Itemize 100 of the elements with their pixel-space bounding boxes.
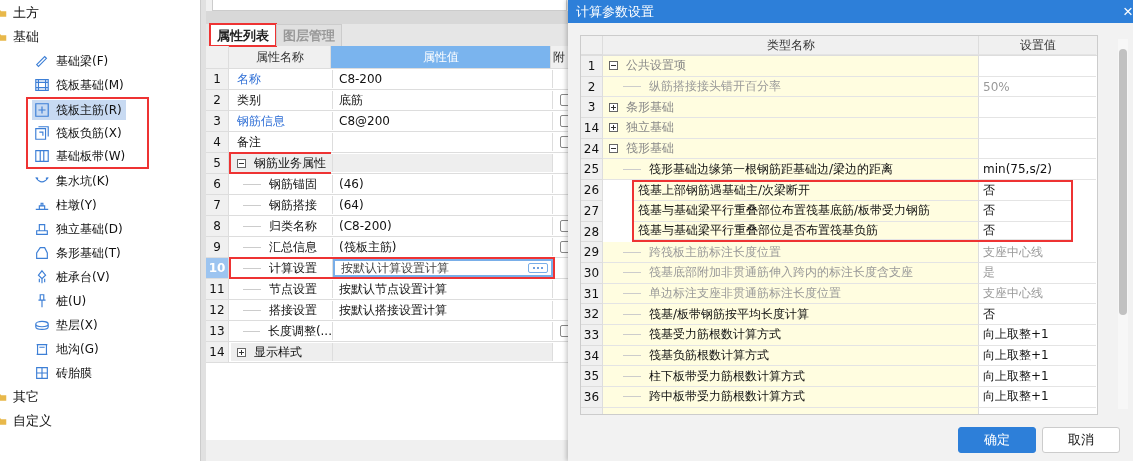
component-icon xyxy=(34,77,50,93)
panel-tab[interactable]: 属性列表 xyxy=(210,24,276,46)
tree-item[interactable]: 独立基础(D) xyxy=(32,219,127,239)
setting-name: 纵筋搭接接头错开百分率 xyxy=(649,78,781,96)
row-number: 34 xyxy=(581,345,603,367)
tree-item[interactable]: 地沟(G) xyxy=(32,339,103,359)
row-number: 3 xyxy=(206,111,229,131)
expand-toggle[interactable] xyxy=(609,102,618,112)
tree-item[interactable]: 基础梁(F) xyxy=(32,51,113,71)
tree-item[interactable]: 筏板主筋(R) xyxy=(32,100,126,120)
row-number: 27 xyxy=(581,200,603,222)
tree-folder[interactable]: 土方 xyxy=(13,4,39,22)
row-number: 12 xyxy=(206,300,229,320)
property-name: 计算设置 xyxy=(269,259,317,277)
group-name: 筏形基础 xyxy=(626,140,674,158)
expand-toggle[interactable] xyxy=(237,347,246,357)
tree-item[interactable]: 筏板基础(M) xyxy=(32,75,128,95)
row-number: 24 xyxy=(581,138,603,160)
property-value: (64) xyxy=(339,198,364,212)
component-icon xyxy=(34,221,50,237)
expand-toggle[interactable] xyxy=(609,123,618,133)
tree-item[interactable]: 桩承台(V) xyxy=(32,267,114,287)
tree-item[interactable]: 条形基础(T) xyxy=(32,243,125,263)
property-name: 归类名称 xyxy=(269,217,317,235)
tree-item[interactable]: 垫层(X) xyxy=(32,315,102,335)
property-value: (46) xyxy=(339,177,364,191)
tree-item[interactable]: 桩(U) xyxy=(32,291,91,311)
row-number: 26 xyxy=(581,180,603,201)
row-number: 3 xyxy=(581,97,603,119)
component-icon xyxy=(34,341,50,357)
row-number: 6 xyxy=(206,174,229,194)
row-number: 2 xyxy=(581,76,603,98)
row-number: 29 xyxy=(581,242,603,263)
property-name: 名称 xyxy=(237,70,261,88)
tree-item[interactable]: 集水坑(K) xyxy=(32,171,114,191)
row-number: 30 xyxy=(581,262,603,284)
close-button[interactable]: × xyxy=(1119,1,1133,22)
property-name: 钢筋搭接 xyxy=(269,196,317,214)
confirm-button[interactable]: 确定 xyxy=(958,427,1036,453)
property-name: 长度调整(... xyxy=(267,322,332,340)
setting-value[interactable]: 向上取整+1 xyxy=(983,346,1049,364)
row-number: 35 xyxy=(581,366,603,387)
property-value: C8-200 xyxy=(339,72,383,86)
scrollbar[interactable] xyxy=(1118,39,1128,409)
setting-name: 筏形基础边缘第一根钢筋距基础边/梁边的距离 xyxy=(649,160,894,178)
property-name: 节点设置 xyxy=(269,280,317,298)
setting-value[interactable]: 向上取整+1 xyxy=(983,326,1049,344)
setting-name: 筏基/板带钢筋按平均长度计算 xyxy=(649,305,810,323)
row-number: 31 xyxy=(581,283,603,305)
row-number: 4 xyxy=(206,132,229,152)
tree-folder[interactable]: 自定义 xyxy=(13,412,52,430)
row-number: 14 xyxy=(206,342,229,362)
setting-name: 筏基上部钢筋遇基础主/次梁断开 xyxy=(638,182,811,200)
tree-item[interactable]: 柱墩(Y) xyxy=(32,195,101,215)
row-number: 1 xyxy=(581,56,603,77)
setting-name: 筏基与基础梁平行重叠部位是否布置筏基负筋 xyxy=(638,221,878,239)
setting-name: 筏基负筋根数计算方式 xyxy=(649,346,769,364)
setting-name: 跨筏板主筋标注长度位置 xyxy=(649,243,781,261)
property-name: 搭接设置 xyxy=(269,301,317,319)
column-header: 附 xyxy=(552,49,566,66)
setting-value[interactable]: 否 xyxy=(983,182,995,200)
component-icon xyxy=(34,125,50,141)
group-name: 显示样式 xyxy=(254,343,302,361)
setting-name: 筏基底部附加非贯通筋伸入跨内的标注长度含支座 xyxy=(649,264,913,282)
setting-name: 跨中板带受力筋根数计算方式 xyxy=(649,388,805,406)
group-name: 钢筋业务属性 xyxy=(254,154,326,172)
column-header: 设置值 xyxy=(979,36,1096,55)
column-header: 类型名称 xyxy=(603,36,979,55)
setting-name: 单边标注支座非贯通筋标注长度位置 xyxy=(649,284,841,302)
cancel-button[interactable]: 取消 xyxy=(1042,427,1120,453)
setting-name: 柱下板带受力筋根数计算方式 xyxy=(649,367,805,385)
more-button[interactable] xyxy=(528,263,548,273)
group-name: 条形基础 xyxy=(626,98,674,116)
tree-item[interactable]: 筏板负筋(X) xyxy=(32,123,126,143)
setting-value[interactable]: 否 xyxy=(983,305,995,323)
tree-folder[interactable]: 基础 xyxy=(13,28,39,46)
dialog-title: 计算参数设置 xyxy=(576,2,654,21)
component-icon xyxy=(34,148,50,164)
setting-value[interactable]: min(75,s/2) xyxy=(983,162,1052,177)
property-value: (C8-200) xyxy=(339,219,392,233)
row-number: 8 xyxy=(206,216,229,236)
setting-name: 筏基与基础梁平行重叠部位布置筏基底筋/板带受力钢筋 xyxy=(638,202,931,220)
expand-toggle[interactable] xyxy=(609,144,618,154)
property-value: 按默认节点设置计算 xyxy=(339,280,447,298)
setting-value[interactable]: 否 xyxy=(983,202,995,220)
expand-toggle[interactable] xyxy=(237,158,246,168)
group-name: 公共设置项 xyxy=(626,57,686,75)
row-number: 28 xyxy=(581,221,603,243)
row-number: 33 xyxy=(581,324,603,346)
property-name: 钢筋信息 xyxy=(237,112,285,130)
setting-value[interactable]: 向上取整+1 xyxy=(983,388,1049,406)
tree-item[interactable]: 砖胎膜 xyxy=(32,363,96,383)
row-number: 9 xyxy=(206,237,229,257)
setting-value[interactable]: 否 xyxy=(983,221,995,239)
property-name: 钢筋锚固 xyxy=(269,175,317,193)
setting-value[interactable]: 向上取整+1 xyxy=(983,367,1049,385)
tree-folder[interactable]: 其它 xyxy=(13,388,39,406)
row-number: 7 xyxy=(206,195,229,215)
row-number: 25 xyxy=(581,159,603,181)
expand-toggle[interactable] xyxy=(609,61,618,71)
